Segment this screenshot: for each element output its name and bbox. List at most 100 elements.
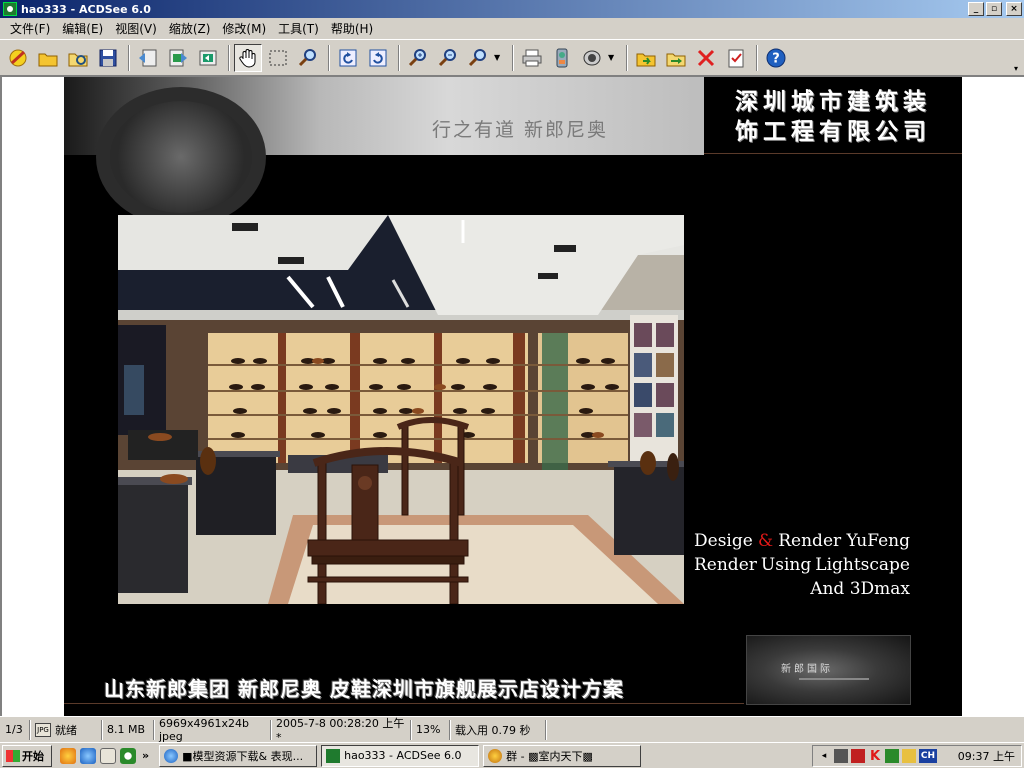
brand-logo-text: 新郎国际	[781, 664, 833, 675]
jpeg-file-icon: JPG	[35, 722, 51, 737]
toolbar-separator	[328, 44, 330, 71]
status-file-size: 8.1 MB	[102, 719, 154, 740]
internet-explorer-icon[interactable]	[80, 747, 96, 764]
quick-launch: »	[60, 747, 149, 764]
status-load-time: 载入用 0.79 秒	[450, 719, 546, 740]
toolbar-overflow-chevron-icon[interactable]: ▾	[1014, 64, 1018, 73]
status-modified-date: 2005-7-8 00:28:20 上午*	[271, 717, 411, 744]
menu-help[interactable]: 帮助(H)	[325, 18, 379, 39]
zoom-dropdown-chevron-icon[interactable]: ▼	[494, 53, 504, 62]
input-language-indicator[interactable]: CH	[919, 749, 937, 763]
rotate-right-icon[interactable]	[364, 44, 392, 72]
menu-edit[interactable]: 编辑(E)	[56, 18, 109, 39]
status-state: 就绪	[55, 723, 77, 737]
status-state-cell: JPG 就绪	[30, 719, 102, 740]
window-controls: _ ▫ ×	[968, 2, 1022, 16]
toolbar-separator	[228, 44, 230, 71]
credits-render-word: Render	[694, 555, 757, 575]
show-desktop-icon[interactable]	[100, 747, 116, 764]
slideshow-icon[interactable]	[548, 44, 576, 72]
open-icon[interactable]	[34, 44, 62, 72]
menu-tools[interactable]: 工具(T)	[272, 18, 325, 39]
move-to-folder-icon[interactable]	[662, 44, 690, 72]
media-player-icon[interactable]	[120, 747, 136, 764]
firewall-icon[interactable]	[885, 749, 899, 763]
status-dimensions: 6969x4961x24b jpeg	[154, 717, 271, 743]
close-button[interactable]: ×	[1006, 2, 1022, 16]
status-image-index: 1/3	[0, 719, 30, 740]
delete-icon[interactable]	[692, 44, 720, 72]
menu-zoom[interactable]: 缩放(Z)	[163, 18, 217, 39]
next-icon[interactable]	[164, 44, 192, 72]
clock[interactable]: 09:37 上午	[958, 748, 1021, 764]
image-viewport[interactable]: 行之有道 新郎尼奥 深圳城市建筑装 饰工程有限公司 Desige & Rende…	[0, 76, 1024, 717]
task-label: ■模型资源下载& 表现...	[182, 749, 304, 763]
hand-tool-icon[interactable]	[234, 43, 262, 72]
kaspersky-k-icon[interactable]: K	[868, 749, 882, 764]
audio-dropdown-chevron-icon[interactable]: ▼	[608, 53, 618, 62]
copy-to-folder-icon[interactable]	[632, 44, 660, 72]
save-icon[interactable]	[94, 44, 122, 72]
title-bar: hao333 - ACDSee 6.0 _ ▫ ×	[0, 0, 1024, 18]
toolbar-separator	[756, 44, 758, 71]
zoom-tool-icon[interactable]	[294, 44, 322, 72]
caption-divider	[64, 703, 744, 704]
company-name: 深圳城市建筑装 饰工程有限公司	[718, 87, 948, 147]
task-label: hao333 - ACDSee 6.0	[344, 749, 462, 762]
toolbar-separator	[128, 44, 130, 71]
zoom-in-icon[interactable]	[404, 44, 432, 72]
select-tool-icon[interactable]	[264, 44, 292, 72]
taskbar: 开始 » ■模型资源下载& 表现... hao333 - ACDSee 6.0 …	[0, 742, 1024, 768]
credits-software-1: Lightscape	[815, 555, 910, 575]
company-name-line1: 深圳城市建筑装	[735, 89, 931, 115]
acdsee-window-icon	[326, 748, 341, 763]
rotate-left-icon[interactable]	[334, 44, 362, 72]
previous-icon[interactable]	[134, 44, 162, 72]
credits-line1: Desige & Render YuFeng	[694, 529, 910, 553]
ie-window-icon	[164, 748, 179, 763]
network-icon[interactable]	[834, 749, 848, 763]
quick-launch-overflow-icon[interactable]: »	[142, 749, 149, 762]
image-header: 行之有道 新郎尼奥 深圳城市建筑装 饰工程有限公司	[64, 77, 962, 227]
acquire-icon[interactable]	[4, 44, 32, 72]
properties-icon[interactable]	[722, 44, 750, 72]
credits-line3: And 3Dmax	[810, 579, 910, 599]
menu-view[interactable]: 视图(V)	[109, 18, 163, 39]
sync-icon[interactable]	[194, 44, 222, 72]
showroom-render	[118, 215, 684, 604]
displayed-image: 行之有道 新郎尼奥 深圳城市建筑装 饰工程有限公司 Desige & Rende…	[64, 77, 962, 717]
system-tray: ◂ K CH 09:37 上午	[812, 745, 1022, 767]
task-label: 群 - ▩室内天下▩	[506, 749, 593, 763]
help-icon[interactable]: ?	[762, 44, 790, 72]
task-button-acdsee[interactable]: hao333 - ACDSee 6.0	[321, 744, 480, 767]
render-credits: Desige & Render YuFeng Render Using Ligh…	[694, 529, 910, 601]
header-slogan: 行之有道 新郎尼奥	[432, 119, 609, 141]
antivirus-shield-icon[interactable]	[851, 749, 865, 763]
volume-icon[interactable]: ◂	[817, 749, 831, 763]
acdsee-app-icon[interactable]	[3, 2, 17, 16]
status-bar: 1/3 JPG 就绪 8.1 MB 6969x4961x24b jpeg 200…	[0, 716, 1024, 744]
audio-icon[interactable]	[578, 44, 606, 72]
brand-logo-subline	[799, 678, 869, 680]
task-button-qq-group[interactable]: 群 - ▩室内天下▩	[483, 744, 642, 767]
start-label: 开始	[22, 749, 44, 763]
menu-file[interactable]: 文件(F)	[4, 18, 56, 39]
zoom-fit-icon[interactable]	[464, 44, 492, 72]
header-divider	[704, 153, 962, 154]
task-button-model-download[interactable]: ■模型资源下载& 表现...	[159, 744, 318, 767]
print-icon[interactable]	[518, 44, 546, 72]
start-button[interactable]: 开始	[2, 744, 52, 767]
company-name-line2: 饰工程有限公司	[735, 119, 931, 145]
toolbar-separator	[626, 44, 628, 71]
zoom-out-icon[interactable]	[434, 44, 462, 72]
toolbar-separator	[398, 44, 400, 71]
browse-icon[interactable]	[64, 44, 92, 72]
toolbar-separator	[512, 44, 514, 71]
menu-modify[interactable]: 修改(M)	[216, 18, 272, 39]
qq-tray-icon[interactable]	[902, 749, 916, 763]
firefox-icon[interactable]	[60, 747, 76, 764]
minimize-button[interactable]: _	[968, 2, 984, 16]
restore-button[interactable]: ▫	[986, 2, 1002, 16]
project-caption: 山东新郎集团 新郎尼奥 皮鞋深圳市旗舰展示店设计方案	[104, 677, 624, 701]
menu-bar: 文件(F) 编辑(E) 视图(V) 缩放(Z) 修改(M) 工具(T) 帮助(H…	[0, 18, 1024, 40]
